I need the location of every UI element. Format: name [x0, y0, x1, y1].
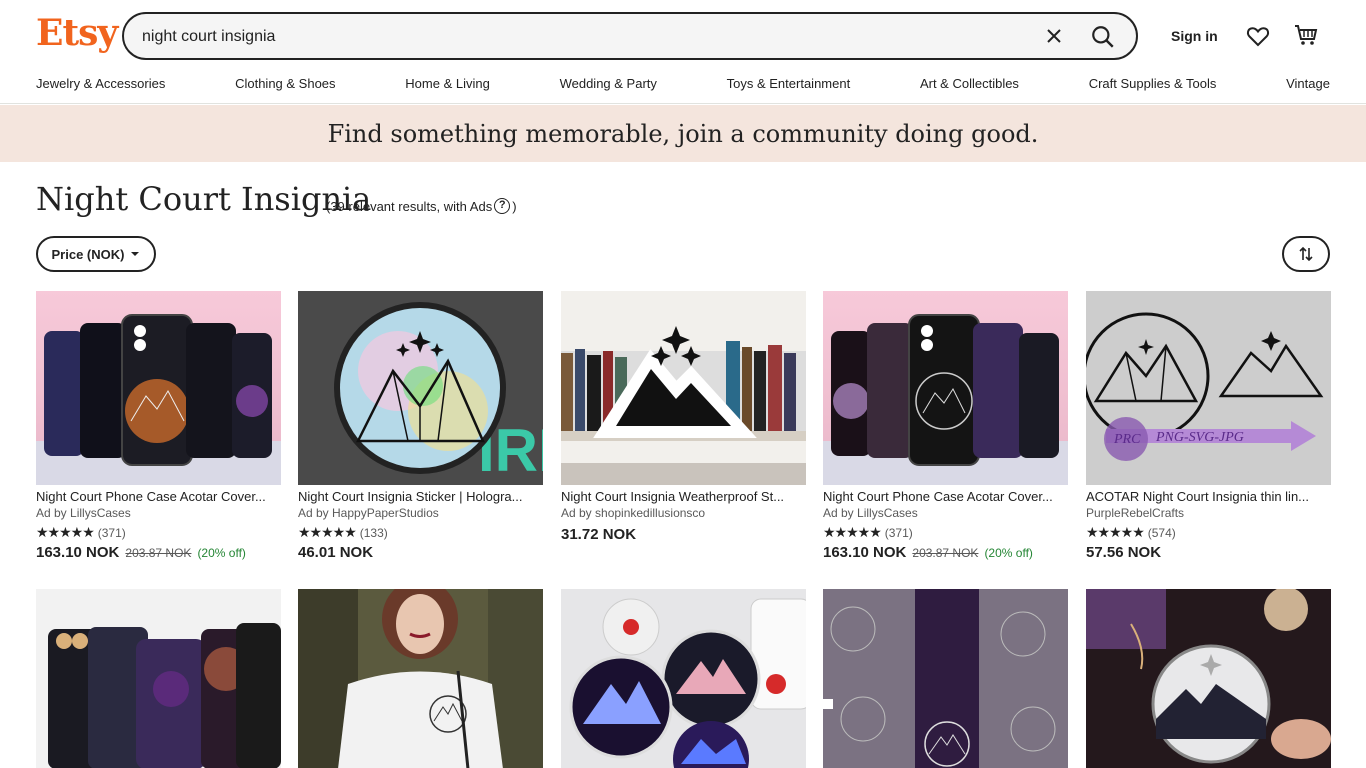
review-count: (371): [97, 525, 126, 540]
listing-title[interactable]: Night Court Insignia Sticker | Hologra..…: [298, 489, 543, 504]
listing-card[interactable]: [823, 589, 1068, 768]
review-count: (574): [1147, 525, 1176, 540]
nav-item-toys[interactable]: Toys & Entertainment: [727, 76, 851, 91]
listing-title[interactable]: Night Court Phone Case Acotar Cover...: [823, 489, 1068, 504]
listing-title[interactable]: Night Court Insignia Weatherproof St...: [561, 489, 806, 504]
listing-price: 46.01 NOK: [298, 544, 374, 561]
listing-image[interactable]: [36, 291, 281, 485]
nav-item-vintage[interactable]: Vintage: [1286, 76, 1330, 91]
listing-card[interactable]: PRC PNG-SVG-JPG ACOTAR Night Court Insig…: [1086, 291, 1331, 561]
page-title: Night Court Insignia: [36, 180, 372, 218]
listing-shop[interactable]: Ad by LillysCases: [823, 506, 1068, 520]
banner-text: Find something memorable, join a communi…: [327, 119, 1039, 148]
listing-old-price: 203.87 NOK: [912, 546, 979, 560]
listing-shop[interactable]: Ad by shopinkedillusionsco: [561, 506, 806, 520]
results-text: (39 relevant results, with Ads: [326, 198, 493, 214]
nav-item-clothing[interactable]: Clothing & Shoes: [235, 76, 335, 91]
search-icon[interactable]: [1090, 24, 1116, 50]
listing-rating: ★★★★★ (371): [36, 524, 281, 541]
nav-item-wedding[interactable]: Wedding & Party: [560, 76, 657, 91]
nav-item-home[interactable]: Home & Living: [405, 76, 490, 91]
format-label: PNG-SVG-JPG: [1155, 430, 1244, 445]
price-filter-label: Price (NOK): [51, 246, 125, 262]
listing-price: 163.10 NOK: [36, 544, 120, 561]
listing-title[interactable]: Night Court Phone Case Acotar Cover...: [36, 489, 281, 504]
help-icon[interactable]: ?: [494, 198, 511, 214]
listing-card[interactable]: [1086, 589, 1331, 768]
ring-initials: PRC: [1113, 432, 1141, 447]
listing-card[interactable]: IRI Night Court Insignia Sticker | Holog…: [298, 291, 543, 561]
listing-image[interactable]: [298, 589, 543, 768]
review-count: (371): [884, 525, 913, 540]
listing-image[interactable]: IRI: [298, 291, 543, 485]
heart-icon[interactable]: [1246, 24, 1270, 48]
listing-image[interactable]: [823, 291, 1068, 485]
listing-shop[interactable]: PurpleRebelCrafts: [1086, 506, 1331, 520]
listing-card[interactable]: [298, 589, 543, 768]
star-rating: ★★★★★: [36, 524, 95, 540]
listing-card[interactable]: Night Court Phone Case Acotar Cover... A…: [823, 291, 1068, 561]
listing-price-row: 163.10 NOK 203.87 NOK (20% off): [36, 544, 281, 561]
sort-button[interactable]: [1282, 236, 1330, 272]
nav-item-art[interactable]: Art & Collectibles: [920, 76, 1019, 91]
phone-grip-image: [561, 589, 806, 768]
promo-banner: Find something memorable, join a communi…: [0, 105, 1366, 162]
nav-item-craft[interactable]: Craft Supplies & Tools: [1089, 76, 1217, 91]
listing-card[interactable]: [561, 589, 806, 768]
sign-in-link[interactable]: Sign in: [1171, 28, 1218, 44]
weatherproof-sticker-image: [561, 291, 806, 485]
listing-discount: (20% off): [197, 546, 246, 560]
cart-icon[interactable]: [1293, 22, 1319, 48]
star-rating: ★★★★★: [298, 524, 357, 540]
listing-price: 31.72 NOK: [561, 526, 637, 543]
etsy-logo[interactable]: Etsy: [36, 12, 118, 54]
listing-card[interactable]: Night Court Phone Case Acotar Cover... A…: [36, 291, 281, 561]
listing-price-row: 31.72 NOK: [561, 526, 806, 543]
tshirt-image: [298, 589, 543, 768]
listing-image[interactable]: [1086, 589, 1331, 768]
phone-case-image: [36, 589, 281, 768]
nav-item-jewelry[interactable]: Jewelry & Accessories: [36, 76, 165, 91]
listing-rating: ★★★★★ (371): [823, 524, 1068, 541]
listing-price: 163.10 NOK: [823, 544, 907, 561]
results-count: (39 relevant results, with Ads ? ): [326, 198, 517, 214]
listing-rating: ★★★★★ (574): [1086, 524, 1331, 541]
price-filter-button[interactable]: Price (NOK): [36, 236, 156, 272]
results-close: ): [512, 198, 517, 214]
listing-image[interactable]: PRC PNG-SVG-JPG: [1086, 291, 1331, 485]
listing-shop[interactable]: Ad by HappyPaperStudios: [298, 506, 543, 520]
listing-price-row: 46.01 NOK: [298, 544, 543, 561]
review-count: (133): [359, 525, 388, 540]
listing-shop[interactable]: Ad by LillysCases: [36, 506, 281, 520]
caret-down-icon: [131, 252, 140, 256]
phone-case-image: [36, 314, 281, 485]
listing-title[interactable]: ACOTAR Night Court Insignia thin lin...: [1086, 489, 1331, 504]
svg-design-image: PRC PNG-SVG-JPG: [1086, 291, 1331, 485]
phone-case-image: [823, 314, 1068, 485]
site-header: Etsy night court insignia Sign in Jewelr…: [0, 0, 1366, 104]
category-nav: Jewelry & Accessories Clothing & Shoes H…: [36, 76, 1330, 91]
listing-card[interactable]: Night Court Insignia Weatherproof St... …: [561, 291, 806, 543]
star-rating: ★★★★★: [823, 524, 882, 540]
listing-old-price: 203.87 NOK: [125, 546, 192, 560]
close-icon[interactable]: [1042, 24, 1066, 48]
listing-discount: (20% off): [984, 546, 1033, 560]
listing-image[interactable]: [561, 291, 806, 485]
listing-price-row: 163.10 NOK 203.87 NOK (20% off): [823, 544, 1068, 561]
listing-image[interactable]: [823, 589, 1068, 768]
listing-image[interactable]: [561, 589, 806, 768]
star-rating: ★★★★★: [1086, 524, 1145, 540]
holographic-sticker-image: IRI: [298, 291, 543, 485]
search-input[interactable]: night court insignia: [142, 28, 275, 46]
listing-card[interactable]: [36, 589, 281, 768]
sort-icon: [1299, 246, 1313, 262]
listing-price: 57.56 NOK: [1086, 544, 1162, 561]
listing-image[interactable]: [36, 589, 281, 768]
listing-rating: ★★★★★ (133): [298, 524, 543, 541]
bookmark-image: [823, 589, 1068, 768]
listing-price-row: 57.56 NOK: [1086, 544, 1331, 561]
search-bar[interactable]: night court insignia: [122, 12, 1138, 60]
cross-stitch-image: [1086, 589, 1331, 768]
